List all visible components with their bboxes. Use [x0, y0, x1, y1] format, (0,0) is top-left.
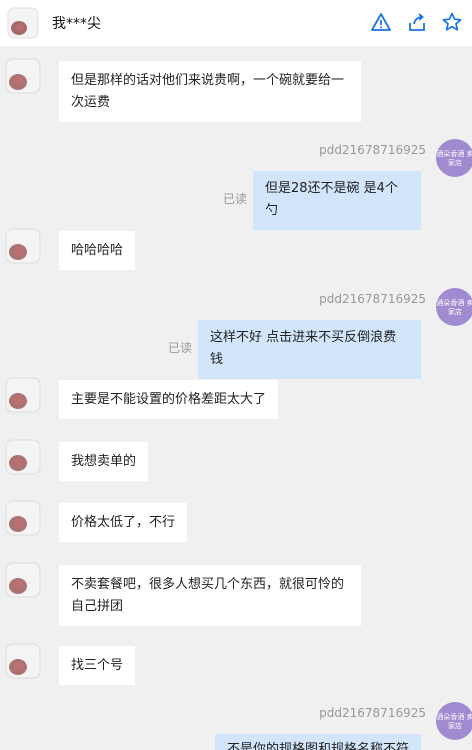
seller-avatar[interactable]: 酒朵香酒 卖家店: [436, 702, 472, 740]
contact-avatar[interactable]: [5, 562, 41, 598]
star-icon[interactable]: [441, 11, 463, 33]
read-status: 已读: [223, 192, 248, 206]
alert-icon[interactable]: [370, 11, 392, 33]
contact-avatar[interactable]: [5, 58, 41, 94]
message-bubble[interactable]: 但是28还不是碗 是4个勺: [253, 171, 421, 230]
message-bubble[interactable]: 不卖套餐吧，很多人想买几个东西，就很可怜的自己拼团: [59, 565, 361, 626]
contact-avatar[interactable]: [7, 7, 39, 39]
contact-avatar[interactable]: [5, 500, 41, 536]
sender-name: pdd21678716925: [319, 292, 426, 306]
contact-avatar[interactable]: [5, 377, 41, 413]
message-bubble[interactable]: 不是你的规格图和规格名称不符: [215, 734, 421, 750]
chat-title: 我***尖: [52, 16, 101, 32]
contact-avatar[interactable]: [5, 439, 41, 475]
message-bubble[interactable]: 找三个号: [59, 646, 136, 685]
seller-avatar[interactable]: 酒朵香酒 卖家店: [436, 288, 472, 326]
contact-avatar[interactable]: [5, 228, 41, 264]
message-bubble[interactable]: 这样不好 点击进来不买反倒浪费钱: [198, 320, 421, 379]
seller-avatar[interactable]: 酒朵香酒 卖家店: [436, 139, 472, 177]
sender-name: pdd21678716925: [319, 706, 426, 720]
contact-avatar[interactable]: [5, 643, 41, 679]
message-bubble[interactable]: 哈哈哈哈: [59, 231, 136, 270]
chat-header: 我***尖: [0, 0, 472, 46]
message-bubble[interactable]: 价格太低了，不行: [59, 503, 188, 542]
read-status: 已读: [168, 341, 193, 355]
share-icon[interactable]: [406, 11, 428, 33]
message-bubble[interactable]: 主要是不能设置的价格差距太大了: [59, 380, 279, 419]
message-bubble[interactable]: 我想卖单的: [59, 442, 149, 481]
sender-name: pdd21678716925: [319, 143, 426, 157]
message-bubble[interactable]: 但是那样的话对他们来说贵啊，一个碗就要给一次运费: [59, 61, 361, 122]
